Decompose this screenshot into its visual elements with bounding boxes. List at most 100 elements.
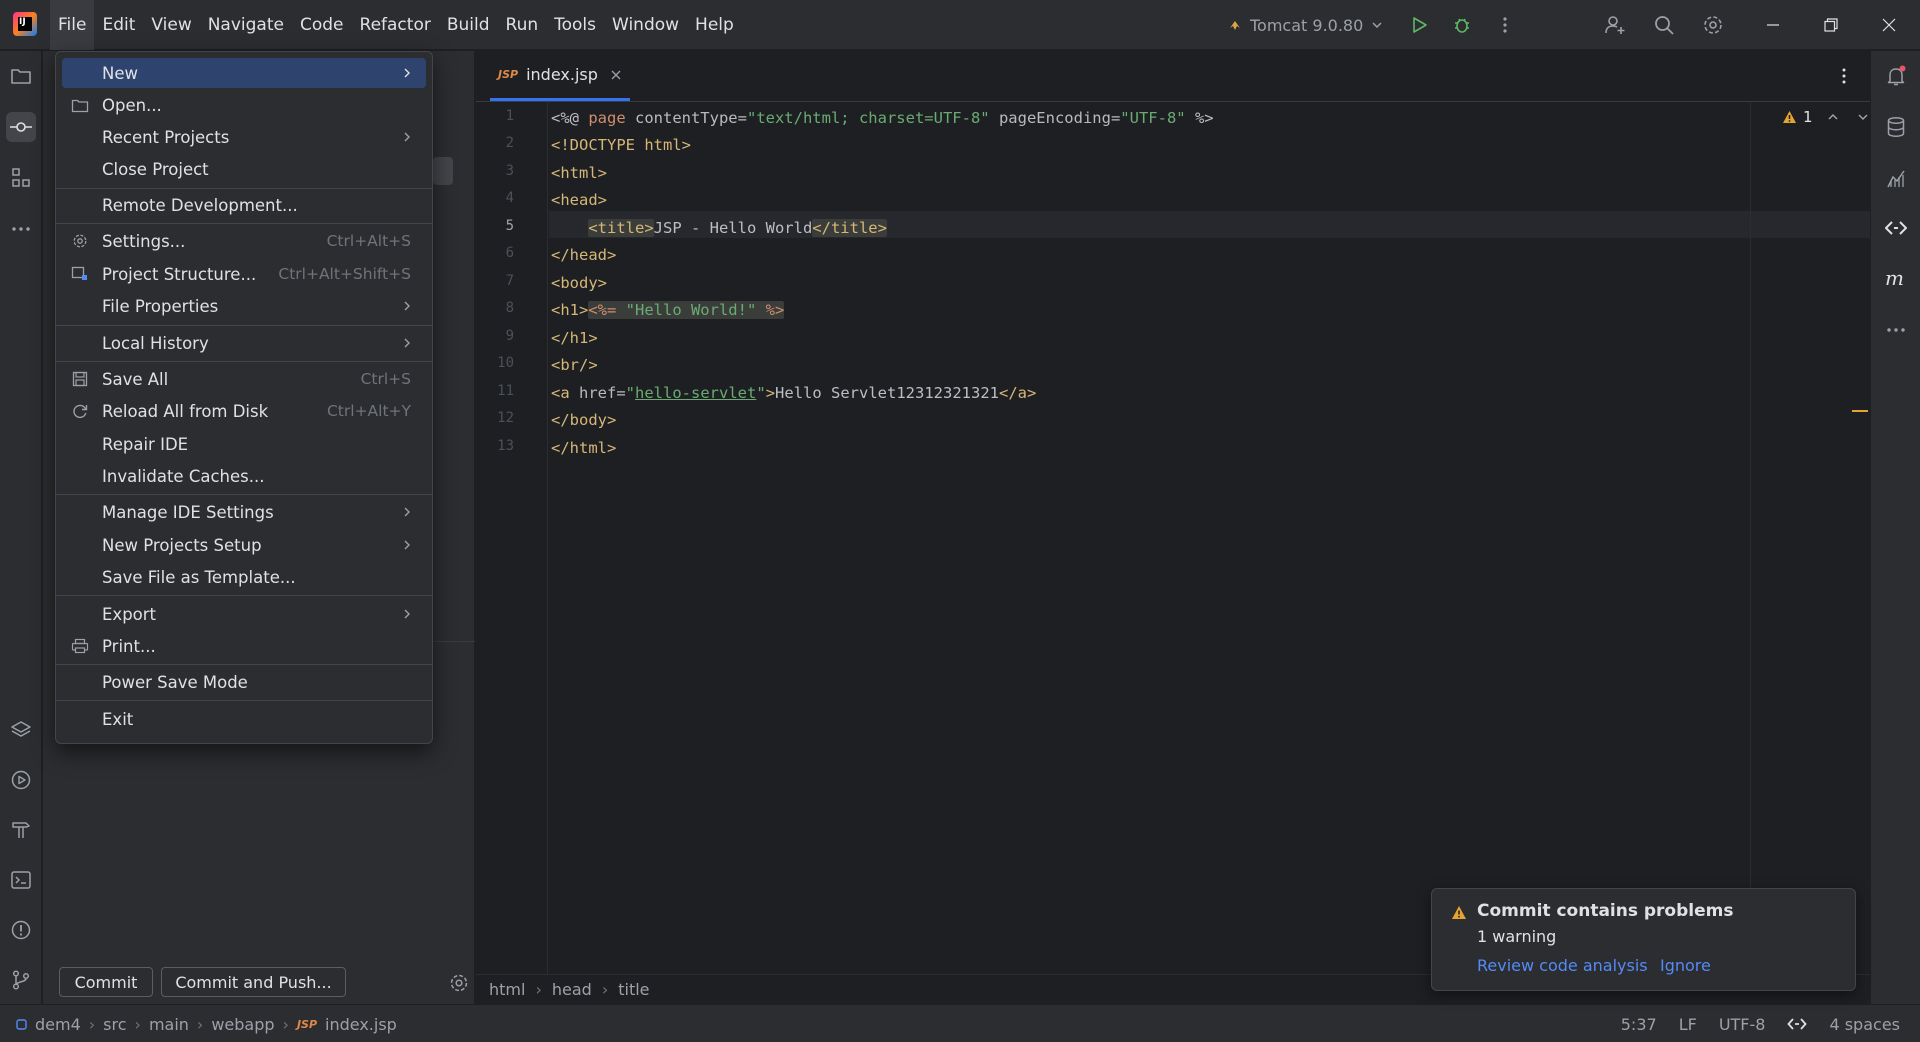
code-line-6: </head>: [551, 246, 617, 264]
path-file[interactable]: index.jsp: [325, 1015, 397, 1034]
more-horizontal-icon: [1887, 328, 1905, 332]
more-right-tools-button[interactable]: [1881, 315, 1911, 345]
menu-item-local-history[interactable]: Local History: [62, 328, 426, 358]
menu-run[interactable]: Run: [498, 0, 547, 50]
breadcrumb-item[interactable]: title: [618, 980, 649, 999]
menu-item-file-properties[interactable]: File Properties: [62, 291, 426, 321]
caret-position[interactable]: 5:37: [1621, 1015, 1657, 1034]
code-with-me-panel-button[interactable]: [1881, 213, 1911, 243]
menu-separator: [56, 595, 432, 596]
menu-item-repair-ide[interactable]: Repair IDE: [62, 429, 426, 459]
chevron-down-icon[interactable]: [1857, 111, 1869, 123]
menu-item-recent-projects[interactable]: Recent Projects: [62, 122, 426, 152]
run-circle-icon: [11, 770, 31, 790]
menu-item-export[interactable]: Export: [62, 599, 426, 629]
more-tools-button[interactable]: [6, 214, 36, 244]
ignore-link[interactable]: Ignore: [1660, 956, 1711, 975]
warning-scroll-marker[interactable]: [1852, 410, 1868, 412]
intellij-logo-icon[interactable]: IJ: [13, 12, 37, 36]
tab-actions-button[interactable]: [1834, 65, 1854, 87]
close-tab-icon[interactable]: [610, 69, 622, 81]
right-margin-guide: [1750, 102, 1751, 974]
menu-navigate[interactable]: Navigate: [200, 0, 292, 50]
run-configuration-selector[interactable]: Tomcat 9.0.80: [1228, 14, 1383, 36]
commit-button[interactable]: Commit: [59, 967, 153, 997]
menu-item-invalidate-caches[interactable]: Invalidate Caches...: [62, 461, 426, 491]
code-with-me-button[interactable]: [1602, 12, 1628, 38]
maven-button[interactable]: m: [1881, 264, 1911, 294]
menu-build[interactable]: Build: [439, 0, 498, 50]
code-editor[interactable]: <%@ page contentType="text/html; charset…: [549, 102, 1870, 974]
menu-item-print[interactable]: Print...: [62, 631, 426, 661]
restore-button[interactable]: [1802, 0, 1860, 50]
close-window-button[interactable]: [1860, 0, 1918, 50]
tab-index-jsp[interactable]: JSP index.jsp: [490, 51, 630, 101]
jsp-file-icon: JSP: [296, 1017, 318, 1031]
menu-item-power-save-mode[interactable]: Power Save Mode: [62, 667, 426, 697]
code-brackets-icon[interactable]: [1787, 1017, 1808, 1031]
menu-separator: [56, 223, 432, 224]
code-line-7: <body>: [551, 274, 607, 292]
commit-options-button[interactable]: [448, 972, 470, 994]
review-code-analysis-link[interactable]: Review code analysis: [1477, 956, 1648, 975]
menu-view[interactable]: View: [143, 0, 199, 50]
menu-code[interactable]: Code: [292, 0, 352, 50]
path-src[interactable]: src: [103, 1015, 126, 1034]
breadcrumb-item[interactable]: html: [489, 980, 525, 999]
path-project[interactable]: dem4: [35, 1015, 81, 1034]
commit-tool-button[interactable]: [6, 112, 36, 142]
menu-item-project-structure[interactable]: Project Structure... Ctrl+Alt+Shift+S: [62, 259, 426, 289]
indent-setting[interactable]: 4 spaces: [1829, 1015, 1900, 1034]
database-button[interactable]: [1881, 112, 1911, 142]
profiler-button[interactable]: [1881, 163, 1911, 193]
bug-icon: [1455, 18, 1469, 33]
breadcrumb-item[interactable]: head: [552, 980, 592, 999]
more-actions-button[interactable]: [1492, 12, 1518, 38]
chevron-up-icon[interactable]: [1827, 111, 1839, 123]
services-tool-button[interactable]: [6, 715, 36, 745]
menu-item-exit[interactable]: Exit: [62, 704, 426, 734]
search-everywhere-button[interactable]: [1651, 12, 1677, 38]
menu-item-manage-ide-settings[interactable]: Manage IDE Settings: [62, 497, 426, 527]
menu-item-close-project[interactable]: Close Project: [62, 154, 426, 184]
menu-tools[interactable]: Tools: [546, 0, 604, 50]
build-tool-button[interactable]: [6, 815, 36, 845]
left-tool-window-strip: [0, 51, 42, 1004]
git-tool-button[interactable]: [6, 965, 36, 995]
menu-file[interactable]: File: [50, 0, 95, 50]
settings-button[interactable]: [1700, 12, 1726, 38]
run-button[interactable]: [1406, 12, 1432, 38]
line-separator[interactable]: LF: [1679, 1015, 1697, 1034]
terminal-icon: [11, 871, 31, 889]
structure-tool-button[interactable]: [6, 163, 36, 193]
menu-item-save-file-as-template[interactable]: Save File as Template...: [62, 562, 426, 592]
file-encoding[interactable]: UTF-8: [1719, 1015, 1766, 1034]
menu-help[interactable]: Help: [687, 0, 742, 50]
menu-item-new[interactable]: New: [62, 58, 426, 88]
menu-refactor[interactable]: Refactor: [352, 0, 439, 50]
gear-icon: [1704, 16, 1722, 34]
notifications-button[interactable]: [1881, 61, 1911, 91]
folder-icon: [71, 97, 89, 113]
run-tool-button[interactable]: [6, 765, 36, 795]
menu-item-open[interactable]: Open...: [62, 90, 426, 120]
menu-item-save-all[interactable]: Save All Ctrl+S: [62, 364, 426, 394]
minimize-button[interactable]: [1744, 0, 1802, 50]
path-webapp[interactable]: webapp: [211, 1015, 274, 1034]
menu-item-reload-all[interactable]: Reload All from Disk Ctrl+Alt+Y: [62, 396, 426, 426]
path-main[interactable]: main: [149, 1015, 189, 1034]
hello-servlet-link[interactable]: hello-servlet: [635, 384, 756, 402]
menu-item-remote-development[interactable]: Remote Development...: [62, 190, 426, 220]
commit-and-push-button[interactable]: Commit and Push...: [161, 967, 346, 997]
menu-item-settings[interactable]: Settings... Ctrl+Alt+S: [62, 226, 426, 256]
main-menu-bar: File Edit View Navigate Code Refactor Bu…: [50, 0, 742, 50]
inspection-widget[interactable]: 1: [1782, 108, 1869, 126]
terminal-tool-button[interactable]: [6, 865, 36, 895]
problems-tool-button[interactable]: [6, 915, 36, 945]
print-icon: [71, 638, 89, 654]
debug-button[interactable]: [1449, 12, 1475, 38]
menu-item-new-projects-setup[interactable]: New Projects Setup: [62, 530, 426, 560]
menu-window[interactable]: Window: [604, 0, 687, 50]
project-tool-button[interactable]: [6, 61, 36, 91]
menu-edit[interactable]: Edit: [94, 0, 143, 50]
